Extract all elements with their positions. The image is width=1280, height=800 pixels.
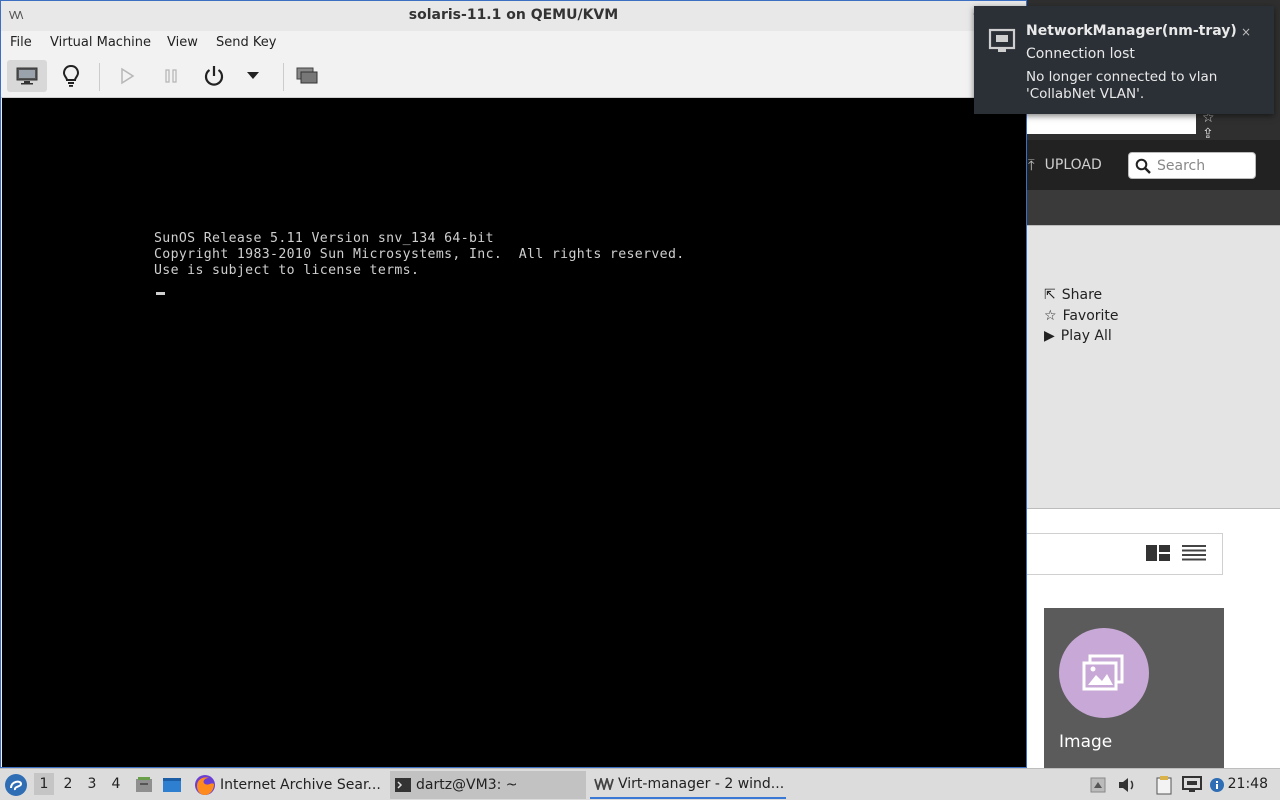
notification-body: No longer connected to vlan 'CollabNet V…	[1026, 69, 1218, 102]
volume-icon[interactable]	[1117, 775, 1137, 795]
notification-summary: Connection lost	[1026, 46, 1135, 62]
terminal-icon	[395, 778, 411, 792]
menu-bar: File Virtual Machine View Send Key	[1, 31, 1026, 55]
list-view-icon[interactable]	[1182, 545, 1206, 561]
fullscreen-icon	[296, 67, 318, 84]
play-all-label: Play All	[1060, 328, 1112, 344]
browser-window: ☆ ⇪ ≡ ⤒ UPLOAD Search ⇱ Share ☆ Favorite…	[1026, 0, 1280, 768]
start-menu-icon[interactable]	[4, 773, 28, 797]
run-button[interactable]	[107, 60, 147, 92]
task-terminal[interactable]: dartz@VM3: ~	[390, 771, 586, 799]
toolbar-separator	[283, 63, 284, 91]
console-cursor	[156, 292, 165, 295]
share-label: Share	[1061, 287, 1103, 303]
vm-console-display[interactable]: SunOS Release 5.11 Version snv_134 64-bi…	[2, 98, 1026, 767]
toolbar-separator	[99, 63, 100, 91]
file-manager-icon[interactable]	[134, 775, 154, 795]
firefox-icon	[195, 775, 215, 795]
task-virt-manager[interactable]: Virt-manager - 2 wind...	[590, 771, 786, 799]
task-label: Internet Archive Sear...	[220, 777, 381, 793]
share-action[interactable]: ⇱ Share	[1044, 287, 1102, 303]
close-icon[interactable]: ×	[1238, 24, 1254, 40]
monitor-icon	[16, 67, 38, 85]
power-icon	[204, 66, 224, 86]
workspace-4[interactable]: 4	[106, 776, 126, 792]
search-input[interactable]: Search	[1128, 152, 1256, 179]
ia-subheader	[1026, 190, 1280, 225]
workspace-1[interactable]: 1	[34, 773, 54, 795]
menu-view[interactable]: View	[167, 35, 198, 50]
console-line: SunOS Release 5.11 Version snv_134 64-bi…	[154, 231, 494, 246]
media-type-label: Image	[1059, 732, 1113, 752]
vm-toolbar	[1, 55, 1026, 98]
upload-label: UPLOAD	[1044, 157, 1102, 173]
shutdown-button[interactable]	[194, 60, 234, 92]
virt-manager-icon	[594, 778, 614, 790]
search-placeholder: Search	[1157, 157, 1206, 174]
menu-virtual-machine[interactable]: Virtual Machine	[50, 35, 151, 50]
console-line: Copyright 1983-2010 Sun Microsystems, In…	[154, 247, 685, 262]
menu-file[interactable]: File	[10, 35, 32, 50]
share-icon: ⇱	[1044, 287, 1056, 303]
upload-icon: ⤒	[1028, 156, 1035, 174]
clipboard-icon[interactable]	[1154, 775, 1174, 795]
window-titlebar[interactable]: \/\/\ solaris-11.1 on QEMU/KVM –	[1, 1, 1026, 32]
workspace-3[interactable]: 3	[82, 776, 102, 792]
upload-link[interactable]: ⤒ UPLOAD	[1028, 156, 1102, 174]
search-icon	[1135, 158, 1151, 174]
collection-banner: ⇱ Share ☆ Favorite ▶ Play All	[1026, 225, 1280, 509]
tile-view-icon[interactable]	[1146, 544, 1170, 562]
favorite-action[interactable]: ☆ Favorite	[1044, 308, 1119, 324]
task-label: dartz@VM3: ~	[416, 777, 518, 793]
pause-button[interactable]	[151, 60, 191, 92]
pause-icon	[165, 69, 177, 83]
workspace-2[interactable]: 2	[58, 776, 78, 792]
console-line: Use is subject to license terms.	[154, 263, 420, 278]
info-icon[interactable]	[1207, 775, 1227, 795]
chevron-down-icon	[247, 72, 259, 79]
play-icon: ▶	[1044, 328, 1055, 344]
network-icon	[988, 28, 1016, 52]
lightbulb-icon	[62, 64, 80, 87]
image-media-icon	[1059, 628, 1149, 718]
fullscreen-button[interactable]	[287, 60, 327, 92]
task-label: Virt-manager - 2 wind...	[618, 776, 785, 792]
console-view-button[interactable]	[7, 60, 47, 92]
clock[interactable]: 21:48	[1228, 776, 1268, 792]
shutdown-menu-button[interactable]	[233, 60, 273, 92]
window-title: solaris-11.1 on QEMU/KVM	[408, 7, 619, 23]
task-firefox[interactable]: Internet Archive Sear...	[190, 771, 386, 799]
menu-send-key[interactable]: Send Key	[216, 35, 276, 50]
notification-title: NetworkManager(nm-tray)	[1026, 23, 1237, 39]
play-icon	[121, 67, 135, 85]
vm-viewer-window: \/\/\ solaris-11.1 on QEMU/KVM – File Vi…	[0, 0, 1027, 768]
view-toolbar	[1026, 533, 1223, 575]
desktop-icon[interactable]	[162, 775, 182, 795]
network-tray-icon[interactable]	[1182, 775, 1202, 795]
network-notification[interactable]: NetworkManager(nm-tray) Connection lost …	[974, 6, 1274, 114]
star-icon: ☆	[1044, 308, 1057, 324]
taskbar: 1 2 3 4 Internet Archive Sear... dartz@V…	[0, 768, 1280, 800]
ia-header: ⤒ UPLOAD Search	[1026, 140, 1280, 190]
details-view-button[interactable]	[51, 60, 91, 92]
tray-up-icon[interactable]	[1088, 775, 1108, 795]
play-all-action[interactable]: ▶ Play All	[1044, 328, 1112, 344]
favorite-label: Favorite	[1062, 308, 1119, 324]
media-type-tile[interactable]: Image	[1044, 608, 1224, 768]
